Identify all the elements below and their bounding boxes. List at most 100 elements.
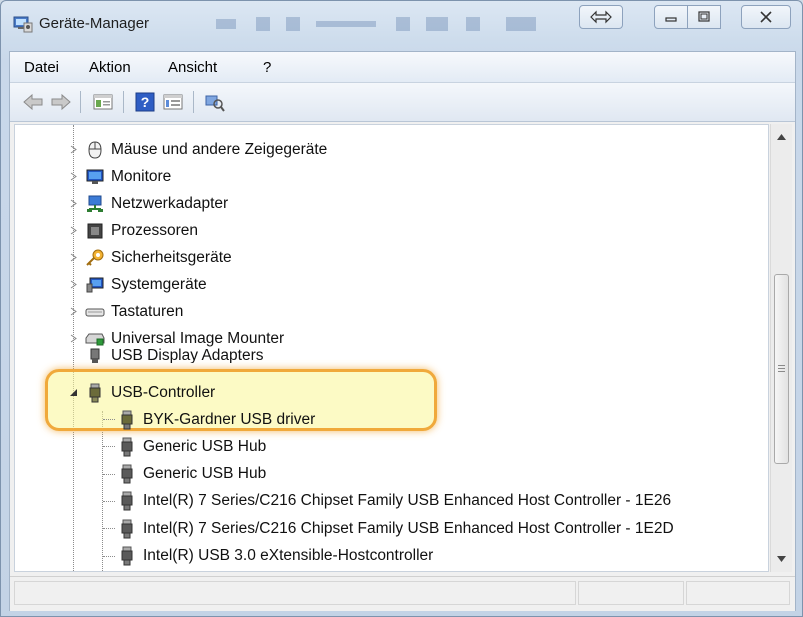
vertical-scrollbar[interactable] <box>770 124 792 572</box>
status-cell <box>578 581 684 605</box>
tree-item-usb-device[interactable]: Generic USB Hub <box>117 461 266 488</box>
usb-plug-icon <box>121 519 133 539</box>
tree-item-network-adapters[interactable]: Netzwerkadapter <box>85 190 228 217</box>
tree-item-monitors[interactable]: Monitore <box>85 163 171 190</box>
tree-item-byk-gardner-usb-driver[interactable]: BYK-Gardner USB driver <box>117 406 315 433</box>
tree-line <box>103 446 115 448</box>
tree-line <box>103 500 115 502</box>
tree-line <box>103 419 115 420</box>
expand-arrow-icon[interactable] <box>69 253 78 262</box>
menu-ansicht[interactable]: Ansicht <box>168 59 217 76</box>
network-adapter-icon <box>87 195 103 212</box>
title-bar[interactable]: Geräte-Manager <box>1 1 802 53</box>
properties-icon[interactable] <box>92 92 114 112</box>
maximize-button[interactable] <box>687 5 721 29</box>
help-icon[interactable]: ? <box>134 92 156 112</box>
scroll-thumb[interactable] <box>774 274 789 464</box>
status-cell <box>686 581 790 605</box>
usb-plug-icon <box>121 464 133 484</box>
tree-item-usb-device[interactable]: Intel(R) USB 3.0 eXtensible-Hostcontroll… <box>117 543 433 570</box>
tree-item-label: Systemgeräte <box>111 275 207 293</box>
tree-item-keyboards[interactable]: Tastaturen <box>85 298 183 325</box>
tree-item-label: USB-Controller <box>111 383 216 401</box>
resize-button[interactable] <box>579 5 623 29</box>
tree-item-usb-device[interactable]: Intel(R) 7 Series/C216 Chipset Family US… <box>117 488 671 515</box>
tree-item-usb-display-adapters[interactable]: USB Display Adapters <box>85 347 264 363</box>
collapse-arrow-icon[interactable] <box>69 388 78 397</box>
maximize-icon <box>698 11 710 22</box>
tree-item-usb-device[interactable]: Generic USB Hub <box>117 433 266 460</box>
thumb-grip <box>778 365 785 366</box>
scan-hardware-icon[interactable] <box>204 92 226 112</box>
usb-plug-icon <box>121 546 133 566</box>
status-cell <box>14 581 576 605</box>
usb-plug-icon <box>121 410 133 429</box>
thumb-grip <box>778 371 785 372</box>
mouse-icon <box>88 140 102 159</box>
tree-item-mice[interactable]: Mäuse und andere Zeigegeräte <box>85 136 327 163</box>
scroll-down-button[interactable] <box>771 550 792 568</box>
device-tree: Mäuse und andere Zeigegeräte Monitore Ne… <box>14 124 769 572</box>
expand-arrow-icon[interactable] <box>69 307 78 316</box>
tree-item-processors[interactable]: Prozessoren <box>85 217 198 244</box>
system-device-icon <box>86 277 104 292</box>
svg-text:?: ? <box>141 94 150 110</box>
minimize-button[interactable] <box>654 5 688 29</box>
view-icon[interactable] <box>162 92 184 112</box>
forward-arrow-icon[interactable] <box>50 92 72 112</box>
toolbar-separator <box>80 91 81 113</box>
thumb-grip <box>778 368 785 369</box>
menu-help[interactable]: ? <box>263 59 271 76</box>
tree-item-label: Intel(R) 7 Series/C216 Chipset Family US… <box>143 519 674 537</box>
tree-item-label: Generic USB Hub <box>143 437 267 455</box>
close-button[interactable] <box>741 5 791 29</box>
scroll-down-icon <box>777 556 786 562</box>
close-icon <box>760 11 772 23</box>
tree-item-label: Intel(R) 7 Series/C216 Chipset Family US… <box>143 492 672 510</box>
tree-line <box>103 528 115 530</box>
tree-item-label: BYK-Gardner USB driver <box>143 410 316 428</box>
usb-plug-icon <box>90 348 100 363</box>
toolbar-separator <box>123 91 124 113</box>
status-bar <box>10 576 795 611</box>
tree-item-label: Monitore <box>111 167 172 185</box>
window-title: Geräte-Manager <box>39 15 150 32</box>
tree-item-usb-device[interactable]: Intel(R) 7 Series/C216 Chipset Family US… <box>117 515 674 542</box>
scroll-up-button[interactable] <box>771 128 792 146</box>
usb-plug-icon <box>89 383 101 402</box>
usb-plug-icon <box>121 437 133 457</box>
tree-line <box>103 473 115 475</box>
expand-arrow-icon[interactable] <box>69 280 78 289</box>
tree-item-label: Mäuse und andere Zeigegeräte <box>111 140 328 158</box>
device-manager-icon <box>13 16 33 33</box>
toolbar-reflection <box>216 17 536 31</box>
toolbar: ? <box>10 83 795 122</box>
menu-bar: Datei Aktion Ansicht ? <box>10 52 795 83</box>
tree-item-usb-controller[interactable]: USB-Controller <box>85 379 215 406</box>
expand-arrow-icon[interactable] <box>69 226 78 235</box>
expand-arrow-icon[interactable] <box>69 172 78 181</box>
expand-arrow-icon[interactable] <box>69 145 78 154</box>
expand-arrow-icon[interactable] <box>69 199 78 208</box>
drive-icon <box>85 333 105 345</box>
tree-item-label: USB Display Adapters <box>111 347 264 363</box>
tree-item-security-devices[interactable]: Sicherheitsgeräte <box>85 244 232 271</box>
tree-line <box>103 555 115 557</box>
double-arrow-icon <box>590 10 612 24</box>
tree-item-label: Intel(R) USB 3.0 eXtensible-Hostcontroll… <box>143 547 434 564</box>
menu-datei[interactable]: Datei <box>24 59 59 76</box>
tree-item-label: Prozessoren <box>111 221 199 239</box>
back-arrow-icon[interactable] <box>22 92 44 112</box>
processor-icon <box>87 223 103 238</box>
client-area: Datei Aktion Ansicht ? ? Mäuse und ander… <box>9 51 796 611</box>
tree-item-label: Universal Image Mounter <box>111 329 285 347</box>
monitor-icon <box>86 169 104 184</box>
tree-item-label: Netzwerkadapter <box>111 194 229 212</box>
usb-plug-icon <box>121 491 133 511</box>
tree-line <box>102 411 103 571</box>
tree-item-label: Generic USB Hub <box>143 465 267 483</box>
menu-aktion[interactable]: Aktion <box>89 59 131 76</box>
expand-arrow-icon[interactable] <box>69 334 78 343</box>
tree-item-system-devices[interactable]: Systemgeräte <box>85 271 207 298</box>
security-key-icon <box>86 249 104 266</box>
